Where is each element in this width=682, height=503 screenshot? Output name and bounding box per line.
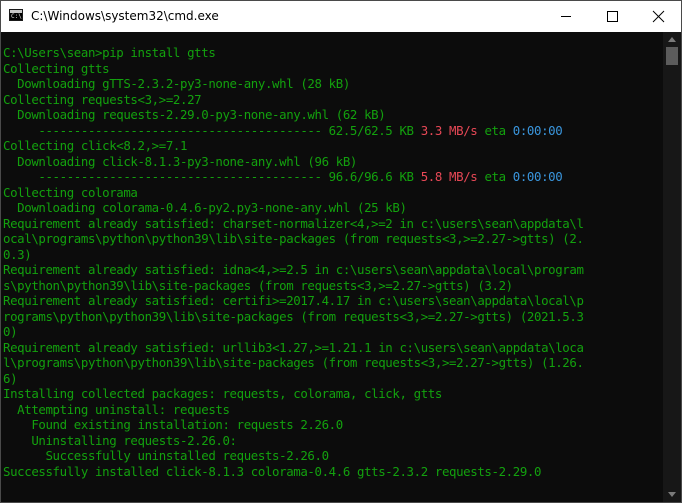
console-line: C:\Users\sean>pip install gtts <box>3 45 584 61</box>
scroll-thumb[interactable] <box>666 47 678 65</box>
console-text: eta <box>477 122 513 138</box>
console-line: 6) <box>3 371 584 387</box>
console-line: Attempting uninstall: requests <box>3 402 584 418</box>
console-text: C:\Users\sean>pip install gtts <box>3 45 216 60</box>
console-line: 0.3) <box>3 247 584 263</box>
console-line: rograms\python\python39\lib\site-package… <box>3 309 584 325</box>
cmd-app-icon[interactable]: C:\ <box>9 9 23 21</box>
title-bar[interactable]: C:\ C:\Windows\system32\cmd.exe <box>1 1 681 32</box>
console-text-cyan: 0:00:00 <box>512 169 563 184</box>
console-text: rograms\python\python39\lib\site-package… <box>3 308 584 324</box>
console-text: Installing collected packages: requests,… <box>3 386 442 401</box>
minimize-button[interactable] <box>543 1 589 32</box>
console-line: ocal\programs\python\python39\lib\site-p… <box>3 231 584 247</box>
console-line: Downloading gTTS-2.3.2-py3-none-any.whl … <box>3 76 584 92</box>
console-line: s\python\python39\lib\site-packages (fro… <box>3 278 584 294</box>
console-text: eta <box>477 169 513 184</box>
console-line: Downloading click-8.1.3-py3-none-any.whl… <box>3 154 584 170</box>
console-line: Collecting gtts <box>3 61 584 77</box>
console-text: Attempting uninstall: requests <box>3 401 230 417</box>
console-line: Uninstalling requests-2.26.0: <box>3 433 584 449</box>
cmd-app-icon-prompt: C:\ <box>11 13 22 20</box>
console-output[interactable]: C:\Users\sean>pip install gtts Collecting… <box>1 32 663 502</box>
console-text-cyan: 0:00:00 <box>512 122 563 138</box>
console-text: 6) <box>3 370 18 386</box>
vertical-scrollbar[interactable] <box>663 32 681 502</box>
console-line: Found existing installation: requests 2.… <box>3 417 584 433</box>
scroll-down-arrow-icon <box>668 492 676 497</box>
scroll-up-button[interactable] <box>663 32 681 47</box>
console-text: Downloading click-8.1.3-py3-none-any.whl… <box>3 153 357 169</box>
console-text: Collecting gtts <box>3 60 110 76</box>
minimize-icon <box>561 16 571 17</box>
console-line: Collecting requests<3,>=2.27 <box>3 92 584 108</box>
console-text: ocal\programs\python\python39\lib\site-p… <box>3 231 584 246</box>
console-text: Downloading requests-2.29.0-py3-none-any… <box>3 107 386 122</box>
window-title: C:\Windows\system32\cmd.exe <box>31 9 219 23</box>
console-text: l\programs\python\python39\lib\site-pack… <box>3 355 584 370</box>
console-text: Downloading colorama-0.4.6-py2.py3-none-… <box>3 200 407 215</box>
scroll-down-button[interactable] <box>663 487 681 502</box>
scroll-up-arrow-icon <box>668 37 676 42</box>
console-text: s\python\python39\lib\site-packages (fro… <box>3 277 513 293</box>
console-line: Installing collected packages: requests,… <box>3 386 584 402</box>
cmd-window: C:\ C:\Windows\system32\cmd.exe C:\Users… <box>0 0 682 503</box>
console-text: ----------------------------------------… <box>3 169 421 184</box>
close-icon <box>652 10 665 23</box>
console-text: Requirement already satisfied: certifi>=… <box>3 293 584 308</box>
console-text: Collecting click<8.2,>=7.1 <box>3 138 188 153</box>
console-text: Found existing installation: requests 2.… <box>3 417 343 432</box>
console-line: l\programs\python\python39\lib\site-pack… <box>3 355 584 371</box>
console-text-red: 5.8 MB/s <box>420 169 478 184</box>
console-line: Requirement already satisfied: charset-n… <box>3 216 584 232</box>
close-button[interactable] <box>635 1 681 32</box>
console-text: Collecting colorama <box>3 184 138 200</box>
console-text: Requirement already satisfied: idna<4,>=… <box>3 262 584 277</box>
console-line: Requirement already satisfied: certifi>=… <box>3 293 584 309</box>
console-line: Requirement already satisfied: urllib3<1… <box>3 340 584 356</box>
console-line: 0) <box>3 324 584 340</box>
console-text: ----------------------------------------… <box>3 122 421 138</box>
console-line: Downloading colorama-0.4.6-py2.py3-none-… <box>3 200 584 216</box>
console-text: Uninstalling requests-2.26.0: <box>3 432 237 448</box>
console-text: Successfully uninstalled requests-2.26.0 <box>3 448 329 463</box>
maximize-icon <box>607 11 618 22</box>
console-line: Requirement already satisfied: idna<4,>=… <box>3 262 584 278</box>
console-text: 0.3) <box>3 246 32 262</box>
console-text: Collecting requests<3,>=2.27 <box>3 91 202 107</box>
console-line: Collecting colorama <box>3 185 584 201</box>
console-lines: C:\Users\sean>pip install gtts Collecting… <box>3 45 584 479</box>
console-text: Successfully installed click-8.1.3 color… <box>3 463 542 479</box>
console-line: Successfully installed click-8.1.3 color… <box>3 464 584 480</box>
console-line: Successfully uninstalled requests-2.26.0 <box>3 448 584 464</box>
console-text-red: 3.3 MB/s <box>420 122 478 138</box>
console-line: ----------------------------------------… <box>3 123 584 139</box>
console-text: Requirement already satisfied: charset-n… <box>3 215 584 231</box>
console-text: 0) <box>3 324 18 339</box>
console-line: ----------------------------------------… <box>3 169 584 185</box>
console-text: Downloading gTTS-2.3.2-py3-none-any.whl … <box>3 76 350 91</box>
console-line: Collecting click<8.2,>=7.1 <box>3 138 584 154</box>
console-line: Downloading requests-2.29.0-py3-none-any… <box>3 107 584 123</box>
maximize-button[interactable] <box>589 1 635 32</box>
console-text: Requirement already satisfied: urllib3<1… <box>3 339 584 355</box>
